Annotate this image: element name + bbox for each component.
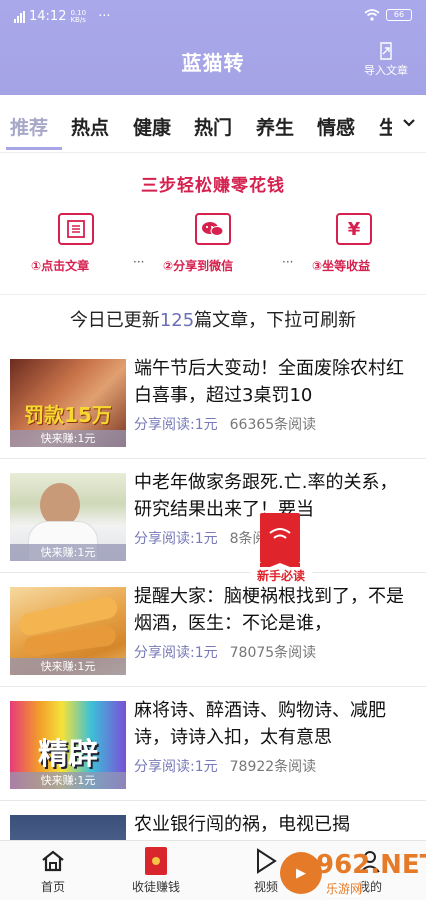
tab-emotion[interactable]: 情感: [317, 113, 355, 140]
list-item[interactable]: 罚款15万 快来赚:1元 端午节后大变动！全面废除农村红白喜事，超过3桌罚10 …: [0, 345, 426, 459]
update-notice: 今日已更新125篇文章，下拉可刷新: [69, 310, 357, 331]
active-tab-indicator: [6, 147, 62, 150]
article-title: 农业银行闯的祸，电视已揭: [134, 814, 350, 835]
step-2-label: ②分享到微信: [163, 259, 234, 273]
list-item[interactable]: 精辟 快来赚:1元 麻将诗、醉酒诗、购物诗、减肥诗，诗诗入扣，太有意思 分享阅读…: [0, 687, 426, 801]
nav-home[interactable]: 首页: [13, 847, 93, 895]
wifi-icon: [364, 9, 380, 21]
signal-icon: [14, 10, 25, 23]
import-icon: [380, 42, 392, 60]
site-watermark: ▶ 962.NET 乐游网: [280, 850, 426, 897]
tab-health[interactable]: 健康: [133, 113, 171, 140]
nav-recruit[interactable]: 收徒赚钱: [116, 847, 196, 895]
article-thumbnail: 精辟 快来赚:1元: [10, 701, 126, 789]
article-title: 端午节后大变动！全面废除农村红白喜事，超过3桌罚10: [134, 358, 404, 406]
import-article-button[interactable]: 导入文章: [356, 42, 416, 78]
article-title: 提醒大家：脑梗祸根找到了，不是烟酒，医生：不论是谁，: [134, 586, 404, 634]
app-header: 14:12 0.10 KB/s ··· 66 蓝猫转 导入文章: [0, 0, 426, 95]
update-count: 125: [159, 310, 195, 331]
earn-steps-banner[interactable]: 三步轻松赚零花钱 ¥ ①点击文章 ··· ②分享到微信 ··· ③坐等收益: [0, 153, 426, 295]
step-3-label: ③坐等收益: [312, 259, 371, 273]
tab-popular[interactable]: 热门: [194, 113, 232, 140]
redpacket-icon: [116, 847, 196, 875]
yen-icon: ¥: [336, 213, 372, 245]
article-thumbnail: 罚款15万 快来赚:1元: [10, 359, 126, 447]
chevron-down-icon: [403, 119, 415, 127]
battery-icon: 66: [386, 9, 412, 21]
tab-recommend[interactable]: 推荐: [10, 113, 48, 140]
earn-badge: 快来赚:1元: [10, 430, 126, 447]
newbie-guide-button[interactable]: 新手必读: [250, 513, 312, 584]
category-tabs: 推荐 热点 健康 热门 养生 情感 生: [0, 95, 426, 153]
earn-badge: 快来赚:1元: [10, 544, 126, 561]
tab-hot[interactable]: 热点: [71, 113, 109, 140]
status-dots: ···: [98, 9, 111, 24]
article-meta: 分享阅读:1元 78922条阅读: [134, 759, 317, 775]
flag-icon: [260, 513, 300, 571]
net-speed: 0.10 KB/s: [70, 8, 87, 24]
step-separator: ···: [282, 255, 294, 269]
article-meta: 分享阅读:1元 66365条阅读: [134, 417, 317, 433]
article-title: 麻将诗、醉酒诗、购物诗、减肥诗，诗诗入扣，太有意思: [134, 700, 386, 748]
expand-tabs-button[interactable]: [392, 95, 426, 151]
status-bar: 14:12 0.10 KB/s ··· 66: [0, 0, 426, 34]
earn-badge: 快来赚:1元: [10, 658, 126, 675]
tab-wellness[interactable]: 养生: [256, 113, 294, 140]
watermark-brand: 962.NET: [316, 850, 426, 880]
article-thumbnail: 快来赚:1元: [10, 587, 126, 675]
article-icon: [58, 213, 94, 245]
newbie-guide-label: 新手必读: [250, 567, 312, 584]
article-meta: 分享阅读:1元 78075条阅读: [134, 645, 317, 661]
watermark-sub: 乐游网: [326, 880, 363, 897]
article-thumbnail: 快来赚:1元: [10, 473, 126, 561]
earn-badge: 快来赚:1元: [10, 772, 126, 789]
wechat-icon: [195, 213, 231, 245]
status-time: 14:12: [29, 9, 67, 24]
steps-title: 三步轻松赚零花钱: [141, 176, 285, 196]
step-separator: ···: [133, 255, 145, 269]
import-label: 导入文章: [364, 64, 408, 77]
list-item[interactable]: 快来赚:1元 提醒大家：脑梗祸根找到了，不是烟酒，医生：不论是谁， 分享阅读:1…: [0, 573, 426, 687]
home-icon: [13, 847, 93, 875]
step-1-label: ①点击文章: [31, 259, 90, 273]
list-item[interactable]: 快来赚:1元 中老年做家务跟死.亡.率的关系，研究结果出来了！要当 分享阅读:1…: [0, 459, 426, 573]
